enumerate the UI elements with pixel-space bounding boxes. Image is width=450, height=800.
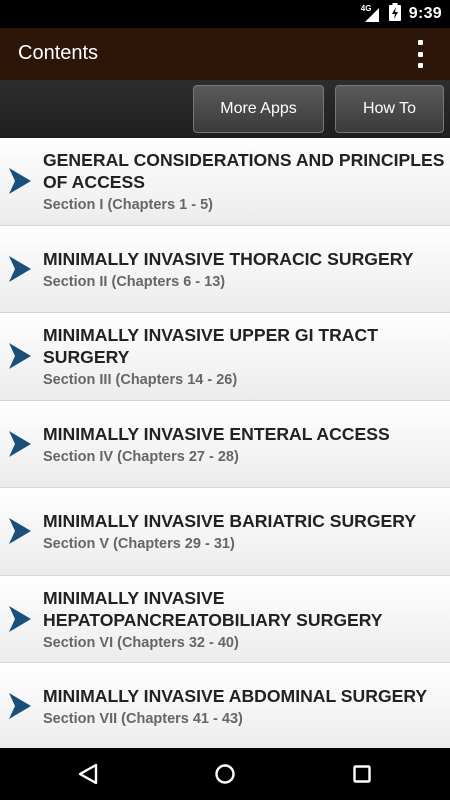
navigation-bar	[0, 748, 450, 800]
section-subtitle: Section II (Chapters 6 - 13)	[43, 273, 226, 290]
page-title: Contents	[18, 42, 99, 64]
toolbar: More Apps How To	[0, 80, 450, 138]
section-title: GENERAL CONSIDERATIONS AND PRINCIPLES OF…	[43, 150, 445, 193]
overflow-menu-icon[interactable]	[414, 40, 426, 68]
contents-list: GENERAL CONSIDERATIONS AND PRINCIPLES OF…	[0, 138, 450, 748]
chevron-right-icon	[9, 605, 31, 632]
list-item[interactable]: MINIMALLY INVASIVE HEPATOPANCREATOBILIAR…	[0, 575, 450, 663]
back-icon[interactable]	[75, 760, 103, 788]
chevron-right-icon	[9, 693, 31, 720]
section-subtitle: Section VI (Chapters 32 - 40)	[43, 634, 239, 651]
app-bar: Contents	[0, 28, 450, 80]
recents-icon[interactable]	[348, 760, 376, 788]
list-item[interactable]: MINIMALLY INVASIVE UPPER GI TRACT SURGER…	[0, 313, 450, 401]
chevron-right-icon	[9, 168, 31, 195]
section-title: MINIMALLY INVASIVE THORACIC SURGERY	[43, 248, 414, 269]
section-subtitle: Section V (Chapters 29 - 31)	[43, 536, 235, 553]
section-subtitle: Section VII (Chapters 41 - 43)	[43, 711, 243, 728]
chevron-right-icon	[9, 430, 31, 457]
battery-charging-icon	[388, 2, 401, 26]
section-title: MINIMALLY INVASIVE ENTERAL ACCESS	[43, 423, 390, 444]
section-title: MINIMALLY INVASIVE ABDOMINAL SURGERY	[43, 686, 428, 707]
status-clock: 9:39	[408, 5, 442, 22]
section-title: MINIMALLY INVASIVE UPPER GI TRACT SURGER…	[43, 325, 378, 368]
list-item[interactable]: GENERAL CONSIDERATIONS AND PRINCIPLES OF…	[0, 138, 450, 226]
section-subtitle: Section I (Chapters 1 - 5)	[43, 197, 214, 214]
chevron-right-icon	[9, 255, 31, 282]
chevron-right-icon	[9, 518, 31, 545]
section-subtitle: Section IV (Chapters 27 - 28)	[43, 448, 239, 465]
home-icon[interactable]	[211, 760, 239, 788]
section-title: MINIMALLY INVASIVE HEPATOPANCREATOBILIAR…	[43, 587, 383, 630]
list-item[interactable]: MINIMALLY INVASIVE BARIATRIC SURGERY Sec…	[0, 488, 450, 576]
list-item[interactable]: MINIMALLY INVASIVE ABDOMINAL SURGERY Sec…	[0, 663, 450, 748]
signal-icon: 4G	[361, 4, 381, 22]
list-item[interactable]: MINIMALLY INVASIVE THORACIC SURGERY Sect…	[0, 225, 450, 313]
section-subtitle: Section III (Chapters 14 - 26)	[43, 372, 238, 389]
how-to-button[interactable]: How To	[335, 85, 444, 133]
status-bar: 4G 9:39	[0, 0, 450, 28]
section-title: MINIMALLY INVASIVE BARIATRIC SURGERY	[43, 511, 417, 532]
list-item[interactable]: MINIMALLY INVASIVE ENTERAL ACCESS Sectio…	[0, 400, 450, 488]
more-apps-button[interactable]: More Apps	[193, 85, 324, 133]
chevron-right-icon	[9, 343, 31, 370]
